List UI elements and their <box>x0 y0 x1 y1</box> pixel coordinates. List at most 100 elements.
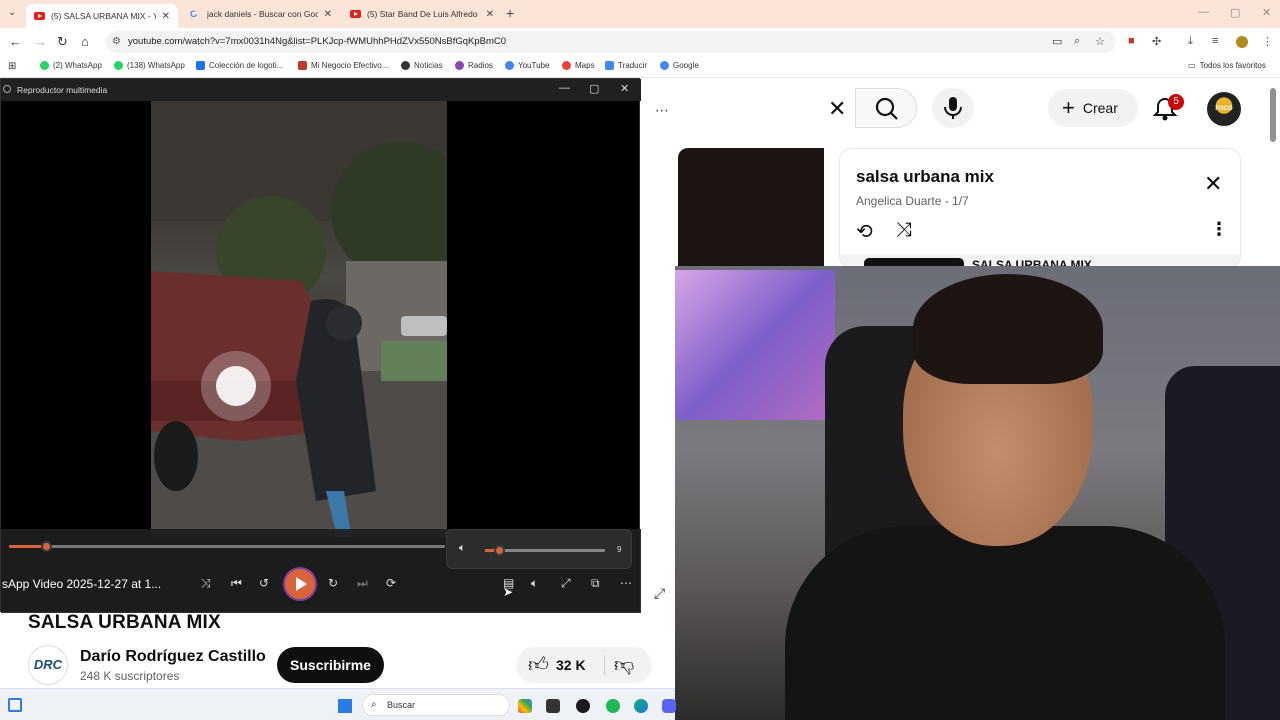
obs-icon[interactable] <box>576 699 590 713</box>
like-icon[interactable]: 👍︎ <box>528 653 549 677</box>
clear-search-icon[interactable]: ✕ <box>828 96 846 122</box>
site-info-icon[interactable]: ⚙ <box>112 31 121 53</box>
photos-icon[interactable] <box>518 699 532 713</box>
discord-icon[interactable] <box>662 699 676 713</box>
bookmark-item[interactable]: Maps <box>562 61 595 70</box>
bookmark-item[interactable]: Traducir <box>605 61 647 70</box>
next-icon[interactable]: ⏭︎ <box>357 576 368 591</box>
repeat-icon[interactable]: ⟳ <box>386 576 396 590</box>
url-bar[interactable]: ⚙ youtube.com/watch?v=7mx0031h4Ng&list=P… <box>106 31 1116 53</box>
task-view-icon[interactable] <box>546 699 560 713</box>
fullscreen-icon[interactable]: ⤢ <box>561 576 571 591</box>
cast-icon[interactable]: ▭ <box>1052 35 1062 48</box>
channel-avatar[interactable]: DRC <box>28 645 68 685</box>
player-maximize-icon[interactable]: ▢ <box>589 82 599 95</box>
forward-30-icon[interactable]: ↻ <box>328 576 338 590</box>
reload-icon[interactable]: ↻ <box>57 34 68 50</box>
close-tab-icon[interactable]: ✕ <box>486 9 494 20</box>
volume-icon[interactable]: 🔈︎ <box>459 542 466 555</box>
tab-search-icon[interactable]: ⌄ <box>8 7 16 18</box>
tab-star-band[interactable]: (5) Star Band De Luis Alfredo - YouTube … <box>342 3 502 25</box>
edge-icon[interactable] <box>634 699 648 713</box>
menu-dots-icon[interactable]: ⋮ <box>1262 35 1273 48</box>
street-scene-image <box>151 101 447 537</box>
volume-handle[interactable] <box>494 545 506 556</box>
bookmark-item[interactable]: (2) WhatsApp <box>40 61 102 70</box>
zoom-icon[interactable]: ⌕ <box>1074 35 1080 48</box>
account-avatar[interactable]: FOCO <box>1207 92 1241 126</box>
more-icon[interactable]: ⋯ <box>620 576 632 590</box>
player-titlebar[interactable]: Reproductor multimedia — ▢ ✕ <box>1 79 641 101</box>
bookmark-item[interactable]: Radios <box>455 61 493 70</box>
search-button[interactable] <box>855 88 917 128</box>
seek-handle[interactable] <box>41 541 53 552</box>
seek-bar[interactable] <box>9 541 445 552</box>
whatsapp-icon <box>40 61 49 70</box>
close-window-icon[interactable]: ✕ <box>1262 6 1271 19</box>
bookmark-item[interactable]: Noticias <box>401 61 442 70</box>
volume-button-icon[interactable]: 🔈︎ <box>531 576 538 591</box>
close-playlist-icon[interactable]: ✕ <box>1204 171 1222 197</box>
streamer-shirt <box>785 526 1225 720</box>
rewind-10-icon[interactable]: ↺ <box>259 576 269 590</box>
mini-view-icon[interactable]: ⧉ <box>591 576 600 591</box>
bookmark-item[interactable]: YouTube <box>505 61 549 70</box>
play-button[interactable] <box>285 569 315 599</box>
download-icon[interactable]: ⤓ <box>1188 35 1193 48</box>
bookmark-star-icon[interactable]: ☆ <box>1095 35 1105 48</box>
address-toolbar: ← → ↻ ⌂ ⚙ youtube.com/watch?v=7mx0031h4N… <box>0 28 1280 56</box>
dislike-icon[interactable]: 👎︎ <box>614 653 634 677</box>
tab-salsa-urbana[interactable]: (5) SALSA URBANA MIX - YouTube ✕ <box>26 4 178 28</box>
page-scrollbar[interactable] <box>1270 88 1276 142</box>
radio-icon <box>455 61 464 70</box>
media-control-icon[interactable]: ≡ <box>1212 35 1218 47</box>
minimize-icon[interactable]: — <box>1198 6 1209 18</box>
voice-search-button[interactable] <box>932 88 974 128</box>
volume-value: 9 <box>617 545 622 554</box>
forward-icon[interactable]: → <box>34 34 47 49</box>
widgets-icon[interactable] <box>8 698 22 712</box>
create-button[interactable]: + Crear <box>1048 89 1138 127</box>
media-player-app-icon <box>3 85 11 93</box>
tab-jack-daniels[interactable]: G jack daniels - Buscar con Google ✕ <box>182 3 340 25</box>
playlist-more-icon[interactable]: ⋮ <box>1210 219 1228 240</box>
player-minimize-icon[interactable]: — <box>559 82 570 94</box>
like-count[interactable]: 32 K <box>556 657 586 673</box>
windows-start-icon[interactable] <box>338 699 352 713</box>
video-frame[interactable] <box>151 101 447 537</box>
spotify-icon[interactable] <box>606 699 620 713</box>
maximize-icon[interactable]: ▢ <box>1230 6 1240 19</box>
all-bookmarks[interactable]: ▭ Todos los favoritos <box>1188 61 1266 70</box>
shuffle-icon[interactable]: ⤨ <box>201 576 211 591</box>
volume-slider[interactable] <box>485 545 605 556</box>
playlist-title[interactable]: salsa urbana mix <box>856 167 994 187</box>
back-icon[interactable]: ← <box>9 34 22 49</box>
extension-icon[interactable]: ■ <box>1128 35 1135 47</box>
mouse-cursor-icon: ➤ <box>503 585 514 599</box>
extensions-puzzle-icon[interactable]: ✣ <box>1152 35 1161 48</box>
close-tab-icon[interactable]: ✕ <box>324 9 332 20</box>
apps-grid-icon[interactable]: ⊞ <box>8 61 16 72</box>
translate-icon <box>605 61 614 70</box>
subscribe-button[interactable]: Suscribirme <box>277 647 384 683</box>
loop-icon[interactable]: ⟲ <box>856 219 873 244</box>
bookmark-item[interactable]: Mi Negocio Efectivo... <box>298 61 388 70</box>
new-tab-button[interactable]: + <box>506 5 514 21</box>
channel-name[interactable]: Darío Rodríguez Castillo <box>80 648 266 666</box>
tab-title: jack daniels - Buscar con Google <box>207 9 318 19</box>
notification-count-badge: 5 <box>1168 94 1184 110</box>
bookmark-item[interactable]: Google <box>660 61 699 70</box>
bookmark-item[interactable]: Colección de logoti... <box>196 61 283 70</box>
miniplayer-expand-icon[interactable]: ⤢ <box>654 585 665 602</box>
player-close-icon[interactable]: ✕ <box>620 82 629 95</box>
more-options-icon[interactable]: ⋯ <box>655 102 669 119</box>
close-tab-icon[interactable]: ✕ <box>162 11 170 22</box>
profile-avatar[interactable] <box>1236 36 1248 48</box>
bookmark-item[interactable]: (138) WhatsApp <box>114 61 185 70</box>
taskbar-search[interactable]: ⌕ Buscar <box>362 694 510 716</box>
youtube-favicon-icon <box>350 10 361 18</box>
video-player-background <box>678 148 824 268</box>
home-icon[interactable]: ⌂ <box>81 34 89 49</box>
shuffle-icon[interactable]: ⤨ <box>896 219 912 242</box>
previous-icon[interactable]: ⏮︎ <box>231 576 242 591</box>
